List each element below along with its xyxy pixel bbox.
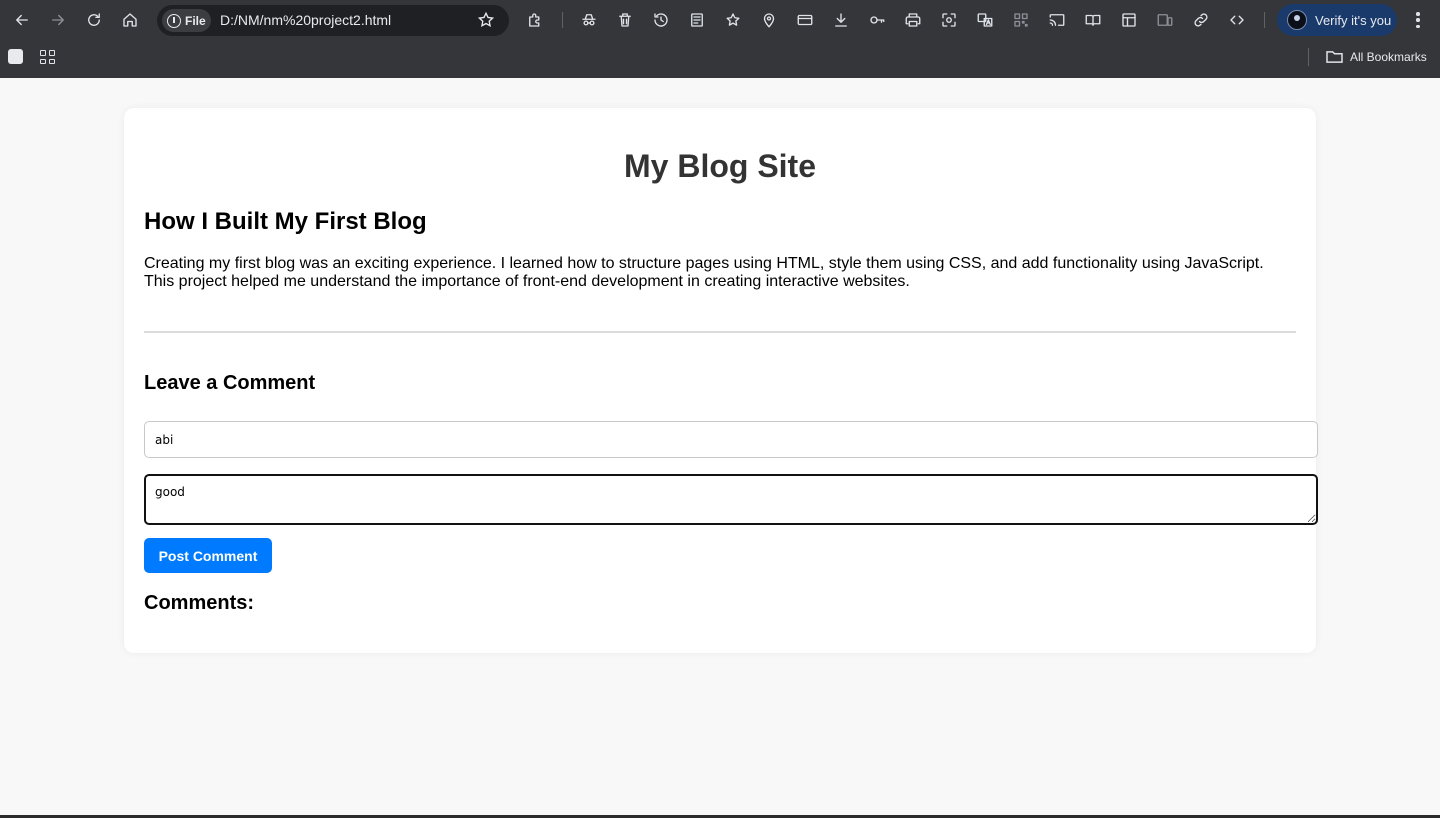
toolbar-separator <box>562 12 563 28</box>
folder-icon <box>1326 51 1343 63</box>
profile-label: Verify it's you <box>1315 12 1392 28</box>
qr-code-icon[interactable] <box>1009 8 1033 32</box>
site-title: My Blog Site <box>623 148 816 184</box>
bookmarks-separator <box>1308 48 1309 66</box>
incognito-icon[interactable] <box>577 8 601 32</box>
post-body: Creating my first blog was an exciting e… <box>144 255 1264 290</box>
download-icon[interactable] <box>829 8 853 32</box>
extensions-icon[interactable] <box>523 8 547 32</box>
translate-icon[interactable] <box>973 8 997 32</box>
home-icon[interactable] <box>118 8 142 32</box>
site-info-chip[interactable]: File <box>162 9 211 32</box>
lens-search-icon[interactable] <box>937 8 961 32</box>
reload-icon[interactable] <box>82 8 106 32</box>
browser-toolbar: File D:/NM/nm%20project2.html Verify it'… <box>0 0 1440 40</box>
info-icon <box>167 13 181 28</box>
password-key-icon[interactable] <box>865 8 889 32</box>
apps-grid-icon[interactable] <box>40 50 55 64</box>
bookmark-favicon-icon[interactable] <box>8 49 23 64</box>
cast-icon[interactable] <box>1045 8 1069 32</box>
print-icon[interactable] <box>901 8 925 32</box>
location-icon[interactable] <box>757 8 781 32</box>
address-bar[interactable]: File D:/NM/nm%20project2.html <box>157 5 509 36</box>
post-comment-button[interactable]: Post Comment <box>144 538 272 573</box>
more-menu-icon[interactable] <box>1410 10 1426 30</box>
history-icon[interactable] <box>649 8 673 32</box>
divider <box>144 331 1296 333</box>
forward-icon[interactable] <box>46 8 70 32</box>
reading-mode-icon[interactable] <box>1081 8 1105 32</box>
reading-list-icon[interactable] <box>685 8 709 32</box>
devices-icon[interactable] <box>1153 8 1177 32</box>
view-source-icon[interactable] <box>1225 8 1249 32</box>
profile-button[interactable]: Verify it's you <box>1277 4 1397 36</box>
back-icon[interactable] <box>10 8 34 32</box>
all-bookmarks-label: All Bookmarks <box>1350 49 1427 64</box>
blog-card: My Blog Site How I Built My First Blog C… <box>124 108 1318 653</box>
bookmark-star-icon[interactable] <box>477 11 495 34</box>
browser-chrome: File D:/NM/nm%20project2.html Verify it'… <box>0 0 1440 78</box>
site-info-label: File <box>185 13 206 28</box>
bookmarks-bar <box>0 40 1440 78</box>
trash-icon[interactable] <box>613 8 637 32</box>
side-panel-icon[interactable] <box>1117 8 1141 32</box>
comments-heading: Comments: <box>144 592 255 614</box>
payment-card-icon[interactable] <box>793 8 817 32</box>
copy-link-icon[interactable] <box>1189 8 1213 32</box>
name-input[interactable] <box>144 421 1318 458</box>
post-title: How I Built My First Blog <box>144 208 427 235</box>
bookmarks-icon[interactable] <box>721 8 745 32</box>
comment-form-heading: Leave a Comment <box>144 372 316 394</box>
toolbar-separator <box>1264 12 1265 28</box>
comment-textarea[interactable]: good <box>144 474 1318 525</box>
url-text[interactable]: D:/NM/nm%20project2.html <box>220 12 391 28</box>
avatar <box>1287 10 1307 30</box>
all-bookmarks-button[interactable]: All Bookmarks <box>1326 49 1427 64</box>
